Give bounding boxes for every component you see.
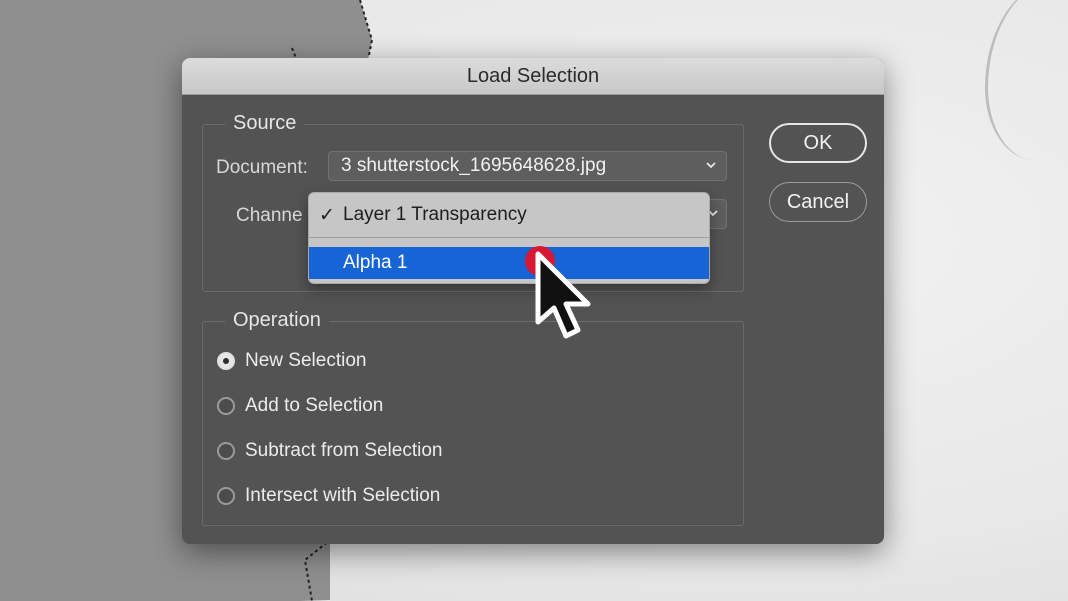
radio-new-selection[interactable]: New Selection: [217, 350, 366, 372]
radio-intersect-with-selection[interactable]: Intersect with Selection: [217, 485, 440, 507]
channel-dropdown-menu: ✓ Layer 1 Transparency Alpha 1: [308, 192, 710, 284]
dialog-titlebar[interactable]: Load Selection: [182, 58, 884, 95]
radio-add-to-selection[interactable]: Add to Selection: [217, 395, 383, 417]
radio-label: New Selection: [245, 350, 367, 371]
radio-button[interactable]: [217, 397, 235, 415]
radio-label: Subtract from Selection: [245, 440, 443, 461]
document-select[interactable]: 3 shutterstock_1695648628.jpg: [328, 151, 727, 181]
operation-group-label: Operation: [225, 309, 329, 332]
menu-separator: [309, 237, 709, 238]
ok-button[interactable]: OK: [769, 123, 867, 163]
menu-item-alpha-1[interactable]: Alpha 1: [309, 247, 709, 279]
dialog-title: Load Selection: [466, 64, 600, 87]
chevron-down-icon: [706, 162, 716, 169]
radio-label: Add to Selection: [245, 395, 384, 416]
radio-label: Intersect with Selection: [245, 485, 441, 506]
menu-item-label: Alpha 1: [343, 252, 408, 273]
menu-item-layer-1-transparency[interactable]: ✓ Layer 1 Transparency: [309, 199, 709, 231]
radio-button[interactable]: [217, 487, 235, 505]
radio-button[interactable]: [217, 352, 235, 370]
radio-subtract-from-selection[interactable]: Subtract from Selection: [217, 440, 442, 462]
channel-label: Channe: [236, 205, 303, 226]
menu-item-label: Layer 1 Transparency: [343, 204, 527, 225]
source-group-label: Source: [225, 112, 305, 135]
operation-group: Operation New Selection Add to Selection…: [202, 309, 744, 526]
document-label: Document:: [216, 157, 308, 178]
radio-button[interactable]: [217, 442, 235, 460]
arrow-cursor-icon: [535, 251, 591, 339]
checkmark-icon: ✓: [319, 204, 335, 226]
document-select-value: 3 shutterstock_1695648628.jpg: [341, 155, 607, 176]
cancel-button[interactable]: Cancel: [769, 182, 867, 222]
